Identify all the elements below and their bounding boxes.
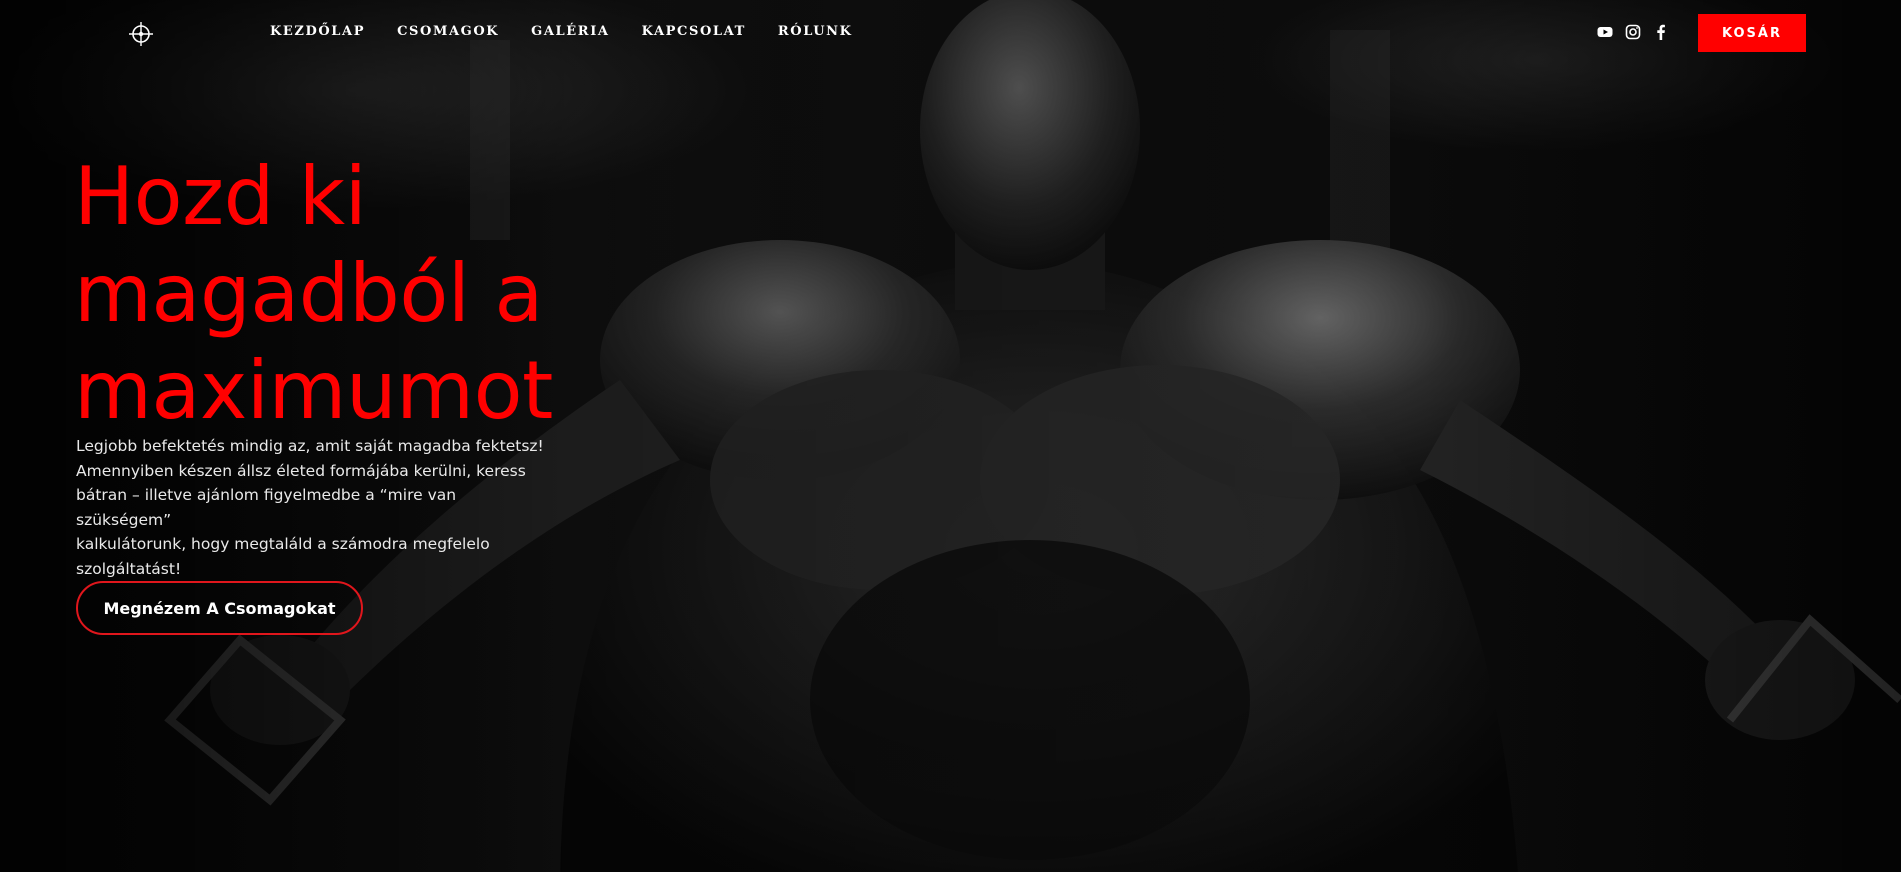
nav-link-kapcsolat[interactable]: KAPCSOLAT [642, 24, 746, 39]
hero-title-line: Hozd ki [74, 150, 367, 243]
hero-description-line: Legjobb befektetés mindig az, amit saját… [76, 437, 544, 455]
view-packages-button[interactable]: Megnézem A Csomagokat [76, 581, 363, 635]
social-links [1597, 24, 1669, 40]
hero-description: Legjobb befektetés mindig az, amit saját… [76, 434, 546, 581]
site-header: KEZDŐLAP CSOMAGOK GALÉRIA KAPCSOLAT RÓLU… [0, 0, 1901, 66]
hero-title: Hozd ki magadból a maximumot [74, 148, 634, 439]
hero-title-line: maximumot [74, 344, 553, 437]
instagram-icon[interactable] [1625, 24, 1641, 40]
hero-description-line: bátran – illetve ajánlom figyelmedbe a “… [76, 486, 457, 529]
hero-description-line: kalkulátorunk, hogy megtaláld a számodra… [76, 535, 490, 553]
nav-link-kezdolap[interactable]: KEZDŐLAP [270, 24, 365, 39]
hero-description-line: Amennyiben készen állsz életed formájába… [76, 461, 526, 480]
nav-link-rolunk[interactable]: RÓLUNK [778, 24, 853, 39]
cart-button[interactable]: KOSÁR [1698, 14, 1806, 52]
nav-link-galeria[interactable]: GALÉRIA [531, 24, 609, 39]
hero-title-line: magadból a [74, 247, 543, 340]
youtube-icon[interactable] [1597, 24, 1613, 40]
compass-crosshair-logo-icon[interactable] [128, 21, 154, 47]
nav-link-csomagok[interactable]: CSOMAGOK [397, 24, 499, 39]
main-navigation: KEZDŐLAP CSOMAGOK GALÉRIA KAPCSOLAT RÓLU… [270, 24, 885, 39]
hero-description-line: szolgáltatást! [76, 559, 182, 578]
facebook-icon[interactable] [1653, 24, 1669, 40]
